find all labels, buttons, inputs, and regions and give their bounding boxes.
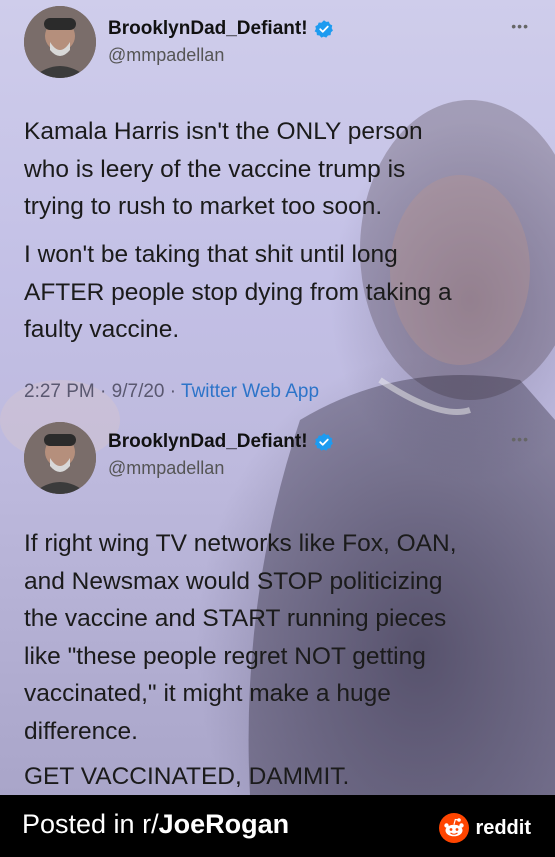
reddit-footer: Posted in r/JoeRogan reddit <box>0 795 555 857</box>
verified-badge-icon <box>314 20 333 38</box>
tweet-time[interactable]: 2:27 PM <box>24 381 95 402</box>
text-line: Kamala Harris isn't the ONLY person <box>24 118 423 145</box>
text-line: GET VACCINATED, DAMMIT. <box>24 763 350 790</box>
tweet-source[interactable]: Twitter Web App <box>181 381 319 402</box>
tweet-paragraph: If right wing TV networks like Fox, OAN,… <box>24 525 544 750</box>
tweet-date[interactable]: 9/7/20 <box>112 381 165 402</box>
verified-badge-icon <box>314 433 333 451</box>
text-line: difference. <box>24 717 138 745</box>
handle[interactable]: @mmpadellan <box>108 45 224 66</box>
tweet-paragraph: GET VACCINATED, DAMMIT. <box>24 758 544 796</box>
handle[interactable]: @mmpadellan <box>108 458 224 479</box>
tweet-paragraph: I won't be taking that shit until long A… <box>24 236 544 349</box>
posted-in-label: Posted in r/JoeRogan <box>22 809 289 840</box>
text-line: the vaccine and START running pieces <box>24 605 447 632</box>
text-line: faulty vaccine. <box>24 316 180 343</box>
author-row: BrooklynDad_Defiant! <box>108 431 334 453</box>
posted-prefix: Posted in r/ <box>22 809 159 839</box>
text-line: I won't be taking that shit until long <box>24 241 398 268</box>
tweet-paragraph: Kamala Harris isn't the ONLY person who … <box>24 113 544 226</box>
text-line: who is leery of the vaccine trump is <box>24 155 406 183</box>
text-line: If right wing TV networks like Fox, OAN, <box>24 530 457 557</box>
reddit-wordmark: reddit <box>475 816 531 839</box>
meta-separator: · <box>169 381 182 402</box>
text-line: vaccinated," it might make a huge <box>24 680 391 707</box>
display-name[interactable]: BrooklynDad_Defiant! <box>108 18 308 40</box>
avatar[interactable] <box>24 6 96 78</box>
more-dots-icon[interactable]: ••• <box>511 18 529 34</box>
tweet-meta: 2:27 PM · 9/7/20 · Twitter Web App <box>24 381 319 403</box>
more-dots-icon[interactable]: ••• <box>511 431 529 447</box>
text-line: AFTER people stop dying from taking a <box>24 278 452 306</box>
subreddit-name[interactable]: JoeRogan <box>159 809 290 839</box>
reddit-brand[interactable]: reddit <box>439 813 531 843</box>
meta-separator: · <box>100 381 112 402</box>
avatar[interactable] <box>24 422 96 494</box>
author-row: BrooklynDad_Defiant! <box>108 18 334 40</box>
text-line: like "these people regret NOT getting <box>24 642 426 670</box>
avatar-image <box>24 6 96 78</box>
avatar-image <box>24 422 96 494</box>
text-line: and Newsmax would STOP politicizing <box>24 567 443 595</box>
reddit-logo-icon <box>439 813 470 843</box>
display-name[interactable]: BrooklynDad_Defiant! <box>108 431 308 453</box>
text-line: trying to rush to market too soon. <box>24 193 383 220</box>
